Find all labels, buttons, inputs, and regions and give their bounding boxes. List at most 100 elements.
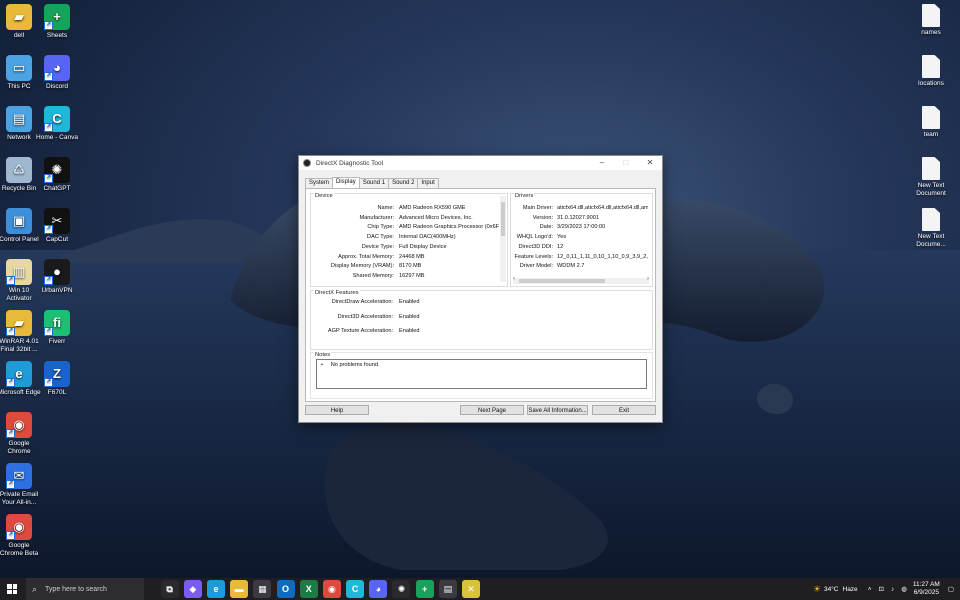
driver-label: Date:: [539, 224, 553, 231]
help-button[interactable]: Help: [305, 405, 369, 415]
desktop-icon-sheets[interactable]: + ↗ Sheets: [35, 4, 79, 40]
directx-features-group: DirectX Features DirectDraw Acceleration…: [310, 290, 653, 350]
driver-label: Version:: [532, 214, 553, 221]
device-label: Name:: [377, 205, 394, 211]
shortcut-arrow-icon: ↗: [44, 21, 53, 30]
weather-icon[interactable]: ☀: [813, 584, 821, 595]
desktop-icon-zte[interactable]: Z ↗ F670L: [35, 361, 79, 397]
device-scroll-thumb[interactable]: [501, 202, 505, 236]
tab-sound-1[interactable]: Sound 1: [358, 178, 390, 188]
copilot-icon[interactable]: ◆: [183, 580, 202, 598]
store-icon[interactable]: ▦: [253, 580, 272, 598]
chrome-icon[interactable]: ◉: [322, 580, 341, 598]
maximize-icon[interactable]: □: [614, 156, 638, 170]
sheets-icon[interactable]: +: [415, 580, 434, 598]
recycle-bin-icon: ♺: [6, 157, 32, 183]
file-explorer-icon[interactable]: ▬: [230, 580, 249, 598]
taskbar-apps: ⧉ ◆ e ▬ ▦ O X ◉ C ◕ ✺ + ▤ ✕: [158, 580, 483, 598]
drivers-scroll-thumb[interactable]: [519, 279, 605, 283]
minimize-icon[interactable]: –: [590, 156, 614, 170]
device-value: Full Display Device: [399, 243, 447, 250]
activator-icon: ▥ ↗: [6, 259, 32, 285]
chevron-up-icon[interactable]: ˄: [868, 586, 872, 593]
desktop-icon-label: New Text Document: [916, 182, 946, 197]
calculator-icon[interactable]: ▤: [438, 580, 457, 598]
canva-icon[interactable]: C: [346, 580, 365, 598]
edge-icon[interactable]: e: [206, 580, 225, 598]
desktop-icon-chatgpt[interactable]: ✺ ↗ ChatGPT: [35, 157, 79, 193]
desktop-icon-capcut[interactable]: ✂ ↗ CapCut: [35, 208, 79, 244]
tab-sound-2[interactable]: Sound 2: [388, 178, 419, 188]
clock[interactable]: 11:27 AM 6/9/2025: [913, 581, 940, 597]
clock-time: 11:27 AM: [912, 581, 940, 588]
weather-condition[interactable]: Haze: [843, 586, 858, 593]
device-label: DAC Type:: [367, 234, 394, 241]
window-titlebar[interactable]: DirectX Diagnostic Tool – □ ✕: [299, 156, 662, 170]
desktop-icon-text-document[interactable]: locations: [909, 55, 953, 88]
taskbar: ⌕ Type here to search ⧉ ◆ e ▬ ▦ O X ◉ C ◕ ✺ + ▤ ✕ ☀ 3…: [0, 578, 960, 600]
taskbar-search-box[interactable]: ⌕ Type here to search: [26, 578, 144, 600]
device-label: Chip Type:: [367, 224, 394, 231]
winrar-folder-icon: ▰ ↗: [6, 310, 32, 336]
desktop-icon-discord[interactable]: ◕ ↗ Discord: [35, 55, 79, 91]
device-scrollbar[interactable]: [500, 196, 506, 282]
driver-value: Yes: [557, 234, 567, 241]
volume-icon[interactable]: ♪: [891, 586, 894, 593]
desktop-icon-canva[interactable]: C ↗ Home - Canva: [35, 106, 79, 142]
desktop-icon-label: UrbanVPN: [41, 287, 73, 294]
language-icon[interactable]: ◍: [901, 585, 907, 593]
desktop-icon-fiverr[interactable]: fi ↗ Fiverr: [35, 310, 79, 346]
notification-icon[interactable]: ▢: [948, 585, 954, 593]
drivers-hscrollbar[interactable]: ‹ ›: [513, 276, 649, 284]
desktop-icon-urbanvpn[interactable]: ● ↗ UrbanVPN: [35, 259, 79, 295]
desktop-icon-label: Discord: [45, 83, 69, 90]
tab-input[interactable]: Input: [417, 178, 439, 188]
drivers-group: Drivers Main Driver: aticfx64.dll,aticfx6…: [510, 193, 653, 287]
dxdiag-window[interactable]: DirectX Diagnostic Tool – □ ✕ System Dis…: [298, 155, 663, 423]
desktop-icon-email[interactable]: ✉ ↗ Private Email Your All-in...: [0, 463, 41, 506]
desktop-icon-text-document[interactable]: New Text Docume...: [909, 208, 953, 248]
close-icon[interactable]: ✕: [638, 156, 662, 170]
desktop-icon-text-document[interactable]: team: [909, 106, 953, 139]
feature-value: Enabled: [399, 299, 420, 305]
desktop-icon-text-document[interactable]: names: [909, 4, 953, 37]
excel-icon[interactable]: X: [299, 580, 318, 598]
tab-display[interactable]: Display: [332, 177, 360, 188]
control-panel-icon: ▣: [6, 208, 32, 234]
text-document-icon: [922, 106, 940, 129]
driver-row: Feature Levels: 12_0,11_1,11_0,10_1,10_0,…: [511, 253, 648, 261]
feature-value: Enabled: [399, 313, 420, 320]
feature-label: DirectDraw Acceleration:: [331, 299, 393, 305]
next-page-button[interactable]: Next Page: [460, 405, 524, 415]
exit-button[interactable]: Exit: [592, 405, 656, 415]
task-view-icon[interactable]: ⧉: [160, 580, 179, 598]
start-button[interactable]: [7, 584, 17, 594]
device-label: Device Type:: [361, 243, 394, 250]
shortcut-arrow-icon: ↗: [44, 276, 53, 285]
desktop-icon-chrome[interactable]: ◉ ↗ Google Chrome: [0, 412, 41, 455]
search-placeholder: Type here to search: [45, 585, 107, 593]
discord-icon[interactable]: ◕: [369, 580, 388, 598]
desktop-icon-label: F670L: [47, 389, 67, 396]
driver-row: Date: 3/29/2023 17:00:00: [511, 223, 648, 231]
desktop-icon-text-document[interactable]: New Text Document: [909, 157, 953, 197]
outlook-icon[interactable]: O: [276, 580, 295, 598]
driver-label: Main Driver:: [522, 205, 553, 211]
driver-row: Main Driver: aticfx64.dll,aticfx64.dll,at…: [511, 204, 648, 212]
desktop-icon-chrome-beta[interactable]: ◉ ↗ Google Chrome Beta: [0, 514, 41, 557]
tab-system[interactable]: System: [305, 178, 334, 188]
weather-temp[interactable]: 34°C: [824, 586, 839, 593]
shortcut-arrow-icon: ↗: [6, 327, 15, 336]
save-all-information-button[interactable]: Save All Information...: [527, 405, 588, 415]
shortcut-arrow-icon: ↗: [6, 378, 15, 387]
network-tray-icon[interactable]: ⊡: [878, 585, 883, 593]
device-row: Chip Type: AMD Radeon Graphics Processor …: [311, 223, 507, 231]
device-row: Approx. Total Memory: 24468 MB: [311, 253, 507, 261]
notes-box[interactable]: • No problems found.: [316, 359, 647, 389]
shortcut-arrow-icon: ↗: [44, 123, 53, 132]
chatgpt-icon[interactable]: ✺: [392, 580, 411, 598]
shortcut-arrow-icon: ↗: [6, 480, 15, 489]
desktop-icon-label: names: [921, 29, 941, 36]
device-row: Manufacturer: Advanced Micro Devices, Inc…: [311, 214, 507, 222]
dxdiag-icon[interactable]: ✕: [462, 580, 481, 598]
